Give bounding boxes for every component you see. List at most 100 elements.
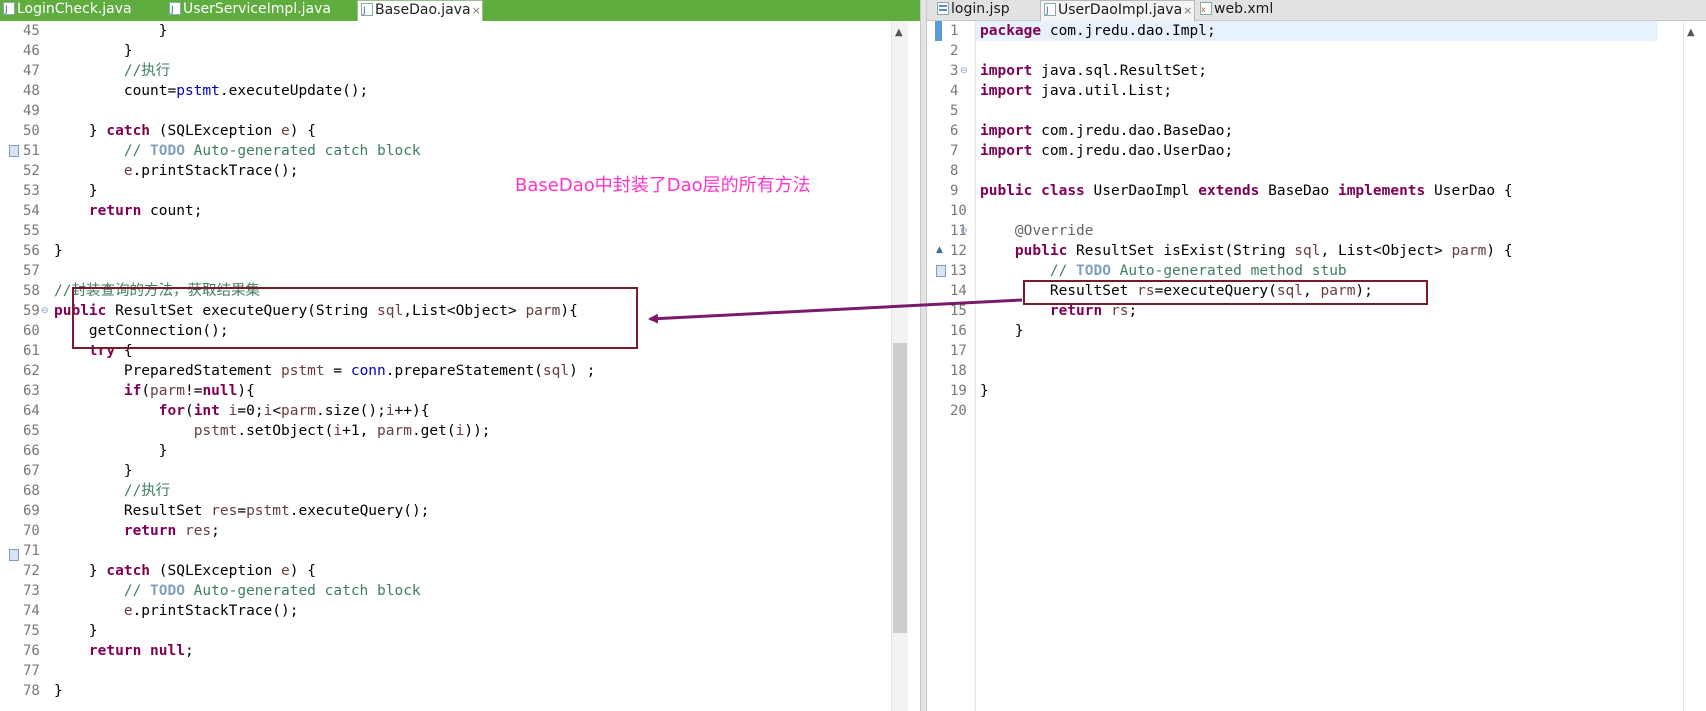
svg-text:J: J [362, 6, 366, 16]
line-number: 5 [950, 103, 959, 119]
line-number: 50 [23, 123, 40, 139]
line-number: 46 [23, 43, 40, 59]
fold-icon[interactable]: ⊖ [960, 66, 968, 76]
line-number: 63 [23, 383, 40, 399]
line-number: 76 [23, 643, 40, 659]
line-number: 15 [950, 303, 967, 319]
line-number: 47 [23, 63, 40, 79]
right-code-area[interactable]: package com.jredu.dao.Impl; import java.… [975, 21, 1682, 711]
line-number: 65 [23, 423, 40, 439]
override-marker-icon[interactable]: ▲ [936, 245, 943, 255]
left-tab-bar: J LoginCheck.java J UserServiceImpl.java J… [0, 0, 920, 21]
svg-text:J: J [170, 5, 174, 15]
line-number: 12 [950, 243, 967, 259]
right-scrollbar[interactable]: ▲ [1683, 21, 1700, 711]
right-code-editor[interactable]: 1 2 3 4 5 6 7 8 9 10 11 12 13 14 15 16 1… [927, 21, 1706, 711]
tab-userdaoimpl-java[interactable]: J UserDaoImpl.java× [1040, 0, 1195, 21]
line-number: 51 [23, 143, 40, 159]
line-number: 7 [950, 143, 959, 159]
line-number: 19 [950, 383, 967, 399]
xml-file-icon: x [1200, 1, 1212, 15]
annotation-label: BaseDao中封装了Dao层的所有方法 [515, 175, 811, 196]
line-number: 4 [950, 83, 959, 99]
left-code-editor[interactable]: 45 46 47 48 49 50 51 52 53 54 55 56 57 5… [0, 21, 920, 711]
java-file-icon: J [1044, 2, 1056, 16]
line-number: 58 [23, 283, 40, 299]
line-number: 73 [23, 583, 40, 599]
svg-text:J: J [1045, 6, 1049, 16]
jsp-file-icon [937, 1, 949, 15]
left-scrollbar[interactable]: ▲ [891, 21, 908, 711]
tab-label: login.jsp [951, 1, 1010, 17]
close-icon[interactable]: × [472, 4, 481, 17]
line-number: 77 [23, 663, 40, 679]
line-number: 75 [23, 623, 40, 639]
task-marker-icon[interactable] [936, 265, 946, 277]
line-number-gutter: 1 2 3 4 5 6 7 8 9 10 11 12 13 14 15 16 1… [927, 21, 968, 711]
pane-splitter[interactable] [920, 0, 927, 711]
line-number: 56 [23, 243, 40, 259]
line-number: 6 [950, 123, 959, 139]
left-editor-pane: J LoginCheck.java J UserServiceImpl.java J… [0, 0, 920, 711]
line-number: 64 [23, 403, 40, 419]
java-file-icon: J [3, 1, 15, 15]
line-number: 16 [950, 323, 967, 339]
line-number: 68 [23, 483, 40, 499]
task-marker-icon[interactable] [9, 145, 19, 157]
line-number: 71 [23, 543, 40, 559]
line-number: 45 [23, 23, 40, 39]
line-number: 8 [950, 163, 959, 179]
line-number: 13 [950, 263, 967, 279]
tab-label: BaseDao.java [375, 2, 471, 18]
line-number: 69 [23, 503, 40, 519]
line-number: 60 [23, 323, 40, 339]
line-number: 66 [23, 443, 40, 459]
line-number-gutter: 45 46 47 48 49 50 51 52 53 54 55 56 57 5… [0, 21, 50, 711]
line-number: 17 [950, 343, 967, 359]
right-editor-pane: login.jsp J UserDaoImpl.java× x web.xml 1 … [927, 0, 1706, 711]
line-number: 78 [23, 683, 40, 699]
line-number: 49 [23, 103, 40, 119]
right-tab-bar: login.jsp J UserDaoImpl.java× x web.xml [927, 0, 1706, 21]
scroll-up-icon[interactable]: ▲ [1687, 27, 1695, 38]
highlight-box-execute-query [72, 287, 638, 349]
fold-icon[interactable]: ⊖ [41, 306, 49, 316]
svg-text:x: x [1201, 5, 1206, 14]
line-number: 1 [950, 23, 959, 39]
line-number: 70 [23, 523, 40, 539]
svg-text:J: J [4, 5, 8, 15]
tab-label: web.xml [1214, 1, 1274, 17]
line-number: 18 [950, 363, 967, 379]
tab-label: UserDaoImpl.java [1058, 2, 1183, 18]
line-number: 54 [23, 203, 40, 219]
tab-login-jsp[interactable]: login.jsp [934, 0, 1038, 21]
line-number: 2 [950, 43, 959, 59]
tab-basedao-java[interactable]: J BaseDao.java× [357, 0, 483, 21]
tab-label: LoginCheck.java [17, 1, 132, 17]
line-number: 9 [950, 183, 959, 199]
line-number: 20 [950, 403, 967, 419]
tab-web-xml[interactable]: x web.xml [1197, 0, 1297, 21]
highlight-box-execute-query-call [1023, 280, 1428, 305]
tab-logincheck-java[interactable]: J LoginCheck.java [0, 0, 160, 21]
line-number: 57 [23, 263, 40, 279]
line-number: 62 [23, 363, 40, 379]
fold-icon[interactable]: ⊖ [960, 226, 968, 236]
line-number: 67 [23, 463, 40, 479]
line-number: 52 [23, 163, 40, 179]
tab-userserviceimpl-java[interactable]: J UserServiceImpl.java [166, 0, 351, 21]
left-code-area[interactable]: } } //执行 count=pstmt.executeUpdate(); } … [50, 21, 890, 711]
line-number: 72 [23, 563, 40, 579]
line-number: 74 [23, 603, 40, 619]
line-number: 10 [950, 203, 967, 219]
line-number: 61 [23, 343, 40, 359]
line-number: 53 [23, 183, 40, 199]
java-file-icon: J [361, 2, 373, 16]
java-file-icon: J [169, 1, 181, 15]
scrollbar-thumb[interactable] [893, 343, 907, 633]
close-icon[interactable]: × [1183, 4, 1192, 17]
tab-label: UserServiceImpl.java [183, 1, 331, 17]
line-number: 14 [950, 283, 967, 299]
task-marker-icon[interactable] [9, 549, 19, 561]
scroll-up-icon[interactable]: ▲ [895, 27, 903, 38]
